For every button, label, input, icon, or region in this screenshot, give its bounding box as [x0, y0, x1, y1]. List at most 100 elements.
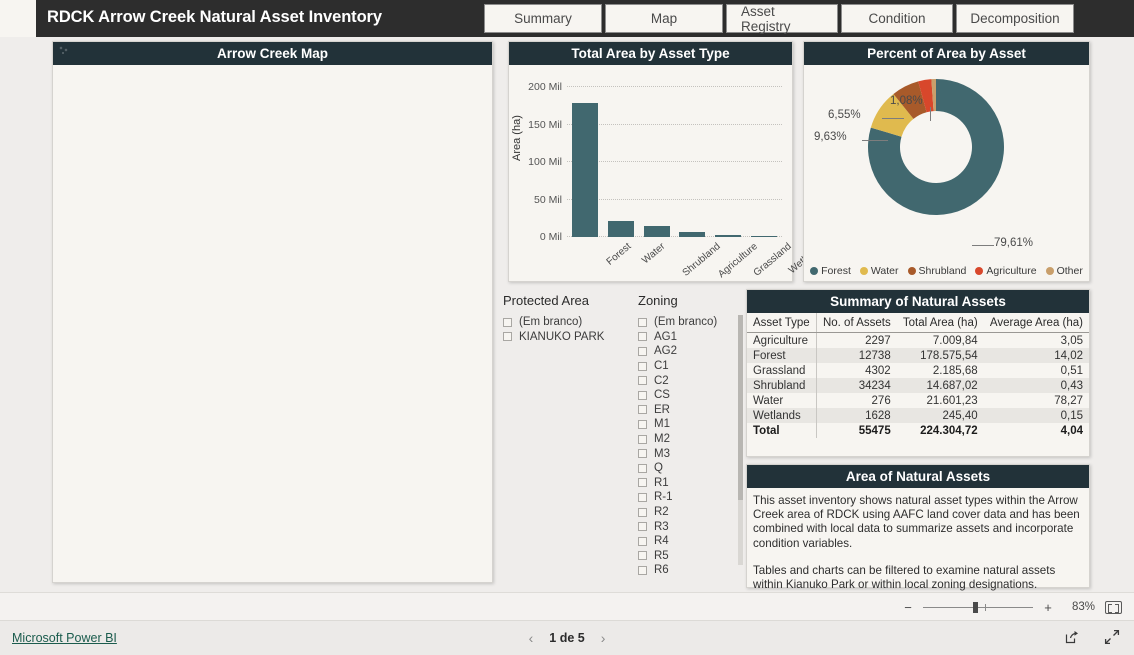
bar-chart-bar[interactable] — [571, 103, 598, 237]
bar-chart-y-tick: 200 Mil — [528, 81, 562, 93]
checkbox-icon[interactable] — [638, 522, 647, 532]
map-card[interactable]: Arrow Creek Map — [52, 41, 493, 583]
donut-percent-label: 79,61% — [994, 237, 1034, 249]
table-cell-total-area: 14.687,02 — [896, 378, 984, 393]
tab-summary[interactable]: Summary — [484, 4, 602, 33]
table-cell-average-area: 0,43 — [983, 378, 1089, 393]
slicer-zoning-list[interactable]: (Em branco) AG1 AG2 C1 C2 CS ER M1 M2 M3 Q R1 R-1 R2 R… — [638, 315, 743, 585]
checkbox-icon[interactable] — [638, 551, 647, 561]
slicer-protected-area-title: Protected Area — [503, 293, 589, 308]
donut-legend-item[interactable]: Shrubland — [907, 265, 966, 277]
slicer-zoning-item-label: AG1 — [654, 330, 678, 343]
slicer-zoning-item[interactable]: C1 — [638, 359, 743, 374]
checkbox-icon[interactable] — [638, 332, 647, 342]
zoom-slider-thumb[interactable] — [973, 601, 978, 613]
donut-chart-card[interactable]: Percent of Area by Asset Forest Water Shru… — [803, 41, 1090, 282]
checkbox-icon[interactable] — [638, 317, 647, 327]
donut-chart-plot[interactable]: Forest Water Shrubland Agriculture Other 1,0… — [804, 65, 1089, 283]
checkbox-icon[interactable] — [638, 361, 647, 371]
slicer-protected-area-item[interactable]: (Em branco) — [503, 315, 633, 330]
zoom-in-button[interactable]: + — [1043, 600, 1053, 615]
slicer-zoning-item-label: Q — [654, 462, 663, 475]
table-row[interactable]: Shrubland 34234 14.687,02 0,43 — [747, 378, 1089, 393]
previous-page-button[interactable]: ‹ — [529, 630, 534, 646]
slicer-protected-area-item[interactable]: KIANUKO PARK — [503, 330, 633, 345]
slicer-protected-area-item-label: KIANUKO PARK — [519, 330, 605, 343]
table-cell-asset-type: Agriculture — [747, 332, 817, 348]
slicer-zoning-item[interactable]: (Em branco) — [638, 315, 743, 330]
slicer-zoning-item[interactable]: Q — [638, 461, 743, 476]
checkbox-icon[interactable] — [638, 565, 647, 575]
fullscreen-icon[interactable] — [1104, 629, 1120, 650]
tab-map[interactable]: Map — [605, 4, 723, 33]
tab-condition[interactable]: Condition — [841, 4, 953, 33]
donut-chart-svg — [868, 79, 1004, 216]
slicer-zoning-item[interactable]: AG1 — [638, 330, 743, 345]
slicer-zoning-item-label: AG2 — [654, 345, 678, 358]
slicer-zoning-item[interactable]: C2 — [638, 373, 743, 388]
slicer-zoning-scrollbar[interactable] — [738, 315, 743, 565]
checkbox-icon[interactable] — [638, 346, 647, 356]
slicer-zoning-item[interactable]: R4 — [638, 534, 743, 549]
bar-chart-plot[interactable]: Area (ha) 200 Mil 150 Mil 100 Mil 50 Mil 0 M… — [509, 65, 826, 283]
checkbox-icon[interactable] — [638, 449, 647, 459]
checkbox-icon[interactable] — [638, 478, 647, 488]
col-no-of-assets[interactable]: No. of Assets — [816, 313, 897, 333]
slicer-zoning-item[interactable]: ER — [638, 403, 743, 418]
share-icon[interactable] — [1064, 629, 1080, 650]
header-accent-block — [0, 0, 36, 37]
slicer-protected-area-list[interactable]: (Em branco) KIANUKO PARK — [503, 315, 633, 344]
slicer-zoning-item[interactable]: R2 — [638, 505, 743, 520]
checkbox-icon[interactable] — [638, 492, 647, 502]
donut-legend-item[interactable]: Forest — [810, 265, 851, 277]
slicer-zoning-item[interactable]: M1 — [638, 417, 743, 432]
map-canvas[interactable] — [53, 65, 492, 582]
checkbox-icon[interactable] — [638, 376, 647, 386]
zoom-slider[interactable] — [923, 601, 1033, 613]
donut-percent-label: 9,63% — [814, 131, 847, 143]
checkbox-icon[interactable] — [638, 390, 647, 400]
table-row[interactable]: Water 276 21.601,23 78,27 — [747, 393, 1089, 408]
slicer-zoning-item[interactable]: M2 — [638, 432, 743, 447]
checkbox-icon[interactable] — [638, 463, 647, 473]
table-row[interactable]: Forest 12738 178.575,54 14,02 — [747, 348, 1089, 363]
tab-decomposition[interactable]: Decomposition — [956, 4, 1074, 33]
tab-asset-registry[interactable]: Asset Registry — [726, 4, 838, 34]
slicer-zoning[interactable]: Zoning (Em branco) AG1 AG2 C1 C2 CS ER M1 M2 M3 Q R… — [638, 293, 743, 588]
slicer-zoning-item[interactable]: R3 — [638, 519, 743, 534]
slicer-zoning-item[interactable]: M3 — [638, 446, 743, 461]
slicer-zoning-item[interactable]: R1 — [638, 476, 743, 491]
col-asset-type[interactable]: Asset Type — [747, 313, 817, 333]
checkbox-icon[interactable] — [638, 434, 647, 444]
summary-table[interactable]: Asset Type No. of Assets Total Area (ha)… — [747, 313, 1089, 438]
slicer-zoning-item[interactable]: R5 — [638, 549, 743, 564]
checkbox-icon[interactable] — [638, 419, 647, 429]
donut-legend-item[interactable]: Agriculture — [975, 265, 1037, 277]
table-row[interactable]: Agriculture 2297 7.009,84 3,05 — [747, 332, 1089, 348]
bar-chart-x-label-slot: Wetlands — [751, 235, 826, 277]
slicer-zoning-item[interactable]: R6 — [638, 563, 743, 578]
col-total-area[interactable]: Total Area (ha) — [896, 313, 984, 333]
checkbox-icon[interactable] — [503, 332, 512, 342]
table-row[interactable]: Grassland 4302 2.185,68 0,51 — [747, 363, 1089, 378]
fit-to-page-icon[interactable] — [1105, 600, 1122, 614]
checkbox-icon[interactable] — [638, 507, 647, 517]
zoom-out-button[interactable]: − — [903, 600, 913, 615]
next-page-button[interactable]: › — [601, 630, 606, 646]
slicer-zoning-item-label: M3 — [654, 447, 670, 460]
checkbox-icon[interactable] — [638, 405, 647, 415]
slicer-zoning-item[interactable]: AG2 — [638, 344, 743, 359]
checkbox-icon[interactable] — [503, 317, 512, 327]
donut-legend-item[interactable]: Water — [859, 265, 899, 277]
checkbox-icon[interactable] — [638, 536, 647, 546]
bar-chart-card[interactable]: Total Area by Asset Type Area (ha) 200 M… — [508, 41, 826, 283]
table-cell-total-area: 2.185,68 — [932, 364, 978, 377]
col-average-area[interactable]: Average Area (ha) — [983, 313, 1089, 333]
table-row[interactable]: Wetlands 1628 245,40 0,15 — [747, 408, 1089, 423]
donut-legend-item[interactable]: Other — [1045, 265, 1083, 277]
slicer-zoning-scroll-thumb[interactable] — [738, 315, 743, 500]
slicer-zoning-item[interactable]: CS — [638, 388, 743, 403]
slicer-protected-area[interactable]: Protected Area (Em branco) KIANUKO PARK — [503, 293, 633, 588]
summary-table-card[interactable]: Summary of Natural Assets Asset Type No.… — [746, 289, 1090, 457]
slicer-zoning-item[interactable]: R-1 — [638, 490, 743, 505]
